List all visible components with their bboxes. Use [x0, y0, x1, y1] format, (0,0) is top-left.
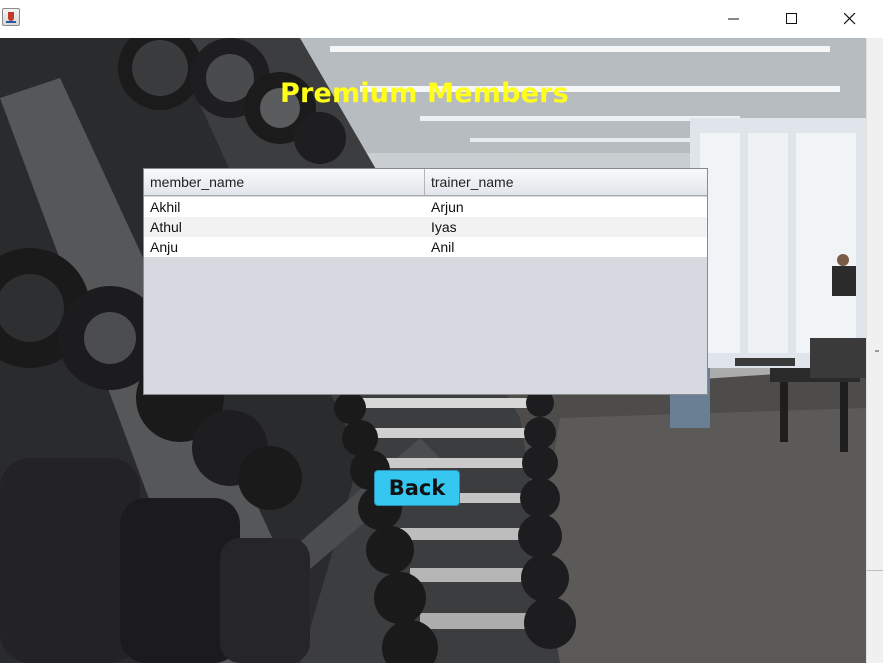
trainer-name-cell[interactable]: Iyas [425, 217, 707, 237]
table-header: member_name trainer_name [144, 169, 707, 196]
page-title: Premium Members [280, 78, 569, 109]
member-name-cell[interactable]: Akhil [144, 197, 425, 217]
title-bar [0, 0, 883, 38]
minimize-icon [728, 18, 739, 20]
table-body: Akhil Arjun Athul Iyas Anju Anil [144, 197, 707, 257]
member-name-cell[interactable]: Athul [144, 217, 425, 237]
table-row[interactable]: Akhil Arjun [144, 197, 707, 217]
close-button[interactable] [820, 0, 878, 38]
maximize-button[interactable] [762, 0, 820, 38]
app-window: Premium Members member_name trainer_name… [0, 0, 883, 663]
window-edge-strip [866, 38, 883, 663]
close-icon [844, 13, 856, 25]
minimize-button[interactable] [704, 0, 762, 38]
table-row[interactable]: Athul Iyas [144, 217, 707, 237]
edge-marker [875, 350, 879, 352]
content-panel: Premium Members member_name trainer_name… [0, 38, 866, 663]
edge-divider [867, 570, 883, 571]
trainer-name-cell[interactable]: Arjun [425, 197, 707, 217]
column-header-trainer-name[interactable]: trainer_name [425, 169, 707, 195]
table-row[interactable]: Anju Anil [144, 237, 707, 257]
maximize-icon [786, 13, 797, 24]
java-app-icon [2, 8, 20, 26]
premium-members-table[interactable]: member_name trainer_name Akhil Arjun Ath… [143, 168, 708, 395]
trainer-name-cell[interactable]: Anil [425, 237, 707, 257]
member-name-cell[interactable]: Anju [144, 237, 425, 257]
back-button[interactable]: Back [374, 470, 460, 506]
column-header-member-name[interactable]: member_name [144, 169, 425, 195]
